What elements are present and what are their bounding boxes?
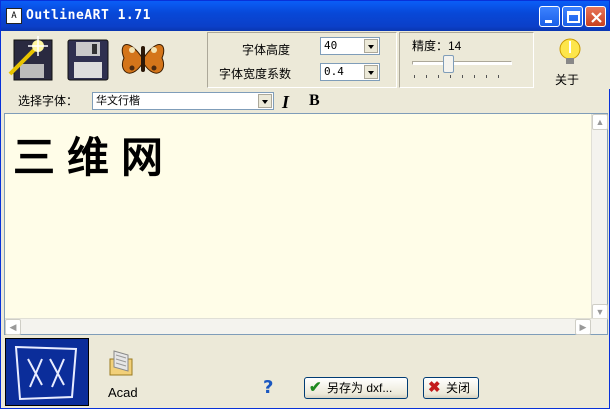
close-window-button[interactable] [585,6,606,27]
chevron-down-icon[interactable] [364,65,378,79]
minimize-button[interactable] [539,6,560,27]
save-button[interactable] [64,34,112,84]
slider-track [412,61,512,65]
slider-thumb[interactable] [443,55,454,73]
select-font-label: 选择字体： [18,94,79,108]
maximize-icon [567,11,580,23]
font-selection-row: 选择字体： 华文行楷 I B [2,89,610,113]
close-x-icon: ✖ [428,379,441,396]
font-family-value: 华文行楷 [96,94,140,107]
close-icon [591,12,602,23]
horizontal-scrollbar[interactable]: ◀ ▶ [5,318,607,335]
precision-slider[interactable] [412,55,512,81]
butterfly-button[interactable] [118,34,166,84]
font-height-combo[interactable]: 40 [320,37,380,55]
main-window: A OutlineART 1.71 字体高度 40 字体宽度系数 0.4 精度：… [0,0,610,409]
butterfly-icon [121,44,165,74]
app-icon: A [6,8,22,24]
font-family-combo[interactable]: 华文行楷 [92,92,274,110]
scroll-left-icon[interactable]: ◀ [5,319,21,335]
glyph-preview [5,338,89,406]
title-bar[interactable]: A OutlineART 1.71 [1,1,609,31]
canvas-text: 三维网 [13,133,176,182]
chevron-down-icon[interactable] [258,94,272,108]
vertical-scrollbar[interactable]: ▲ ▼ [591,114,608,320]
chevron-down-icon[interactable] [364,39,378,53]
toolbar: 字体高度 40 字体宽度系数 0.4 精度：14 关于 [2,31,610,89]
lightbulb-icon [559,38,581,64]
save-as-dxf-label: 另存为 dxf... [327,381,393,395]
scroll-right-icon[interactable]: ▶ [575,319,591,335]
font-height-value: 40 [324,39,338,52]
save-check-icon: ✔ [309,379,322,396]
help-button[interactable]: ? [263,377,281,399]
window-title: OutlineART 1.71 [26,8,151,23]
new-file-wand-icon [8,36,53,81]
acad-button[interactable]: Acad [102,345,146,405]
bottom-bar: Acad ? ✔ 另存为 dxf... ✖ 关闭 [2,337,610,409]
acad-label: Acad [108,385,138,400]
precision-label: 精度：14 [412,39,462,53]
minimize-icon [545,20,552,23]
about-button[interactable]: 关于 [548,35,592,87]
text-canvas[interactable]: 三维网 ▲ ▼ ◀ ▶ [4,113,608,335]
maximize-button[interactable] [562,6,583,27]
save-as-dxf-button[interactable]: ✔ 另存为 dxf... [304,377,408,399]
scroll-up-icon[interactable]: ▲ [592,114,608,130]
font-height-label: 字体高度 [242,43,291,57]
close-label: 关闭 [446,381,471,395]
close-button[interactable]: ✖ 关闭 [423,377,479,399]
new-file-button[interactable] [8,34,56,84]
font-size-group: 字体高度 40 字体宽度系数 0.4 [207,32,397,88]
about-label: 关于 [555,73,580,87]
italic-toggle[interactable]: I [282,92,289,113]
slider-ticks [414,75,510,78]
save-disk-icon [67,39,109,81]
font-width-combo[interactable]: 0.4 [320,63,380,81]
help-icon: ? [263,377,274,398]
bold-toggle[interactable]: B [309,92,320,110]
precision-group: 精度：14 [399,32,534,88]
font-width-value: 0.4 [324,65,344,78]
acad-folder-icon [109,350,133,376]
preview-glyph-icon [14,345,78,401]
font-width-label: 字体宽度系数 [219,67,292,81]
